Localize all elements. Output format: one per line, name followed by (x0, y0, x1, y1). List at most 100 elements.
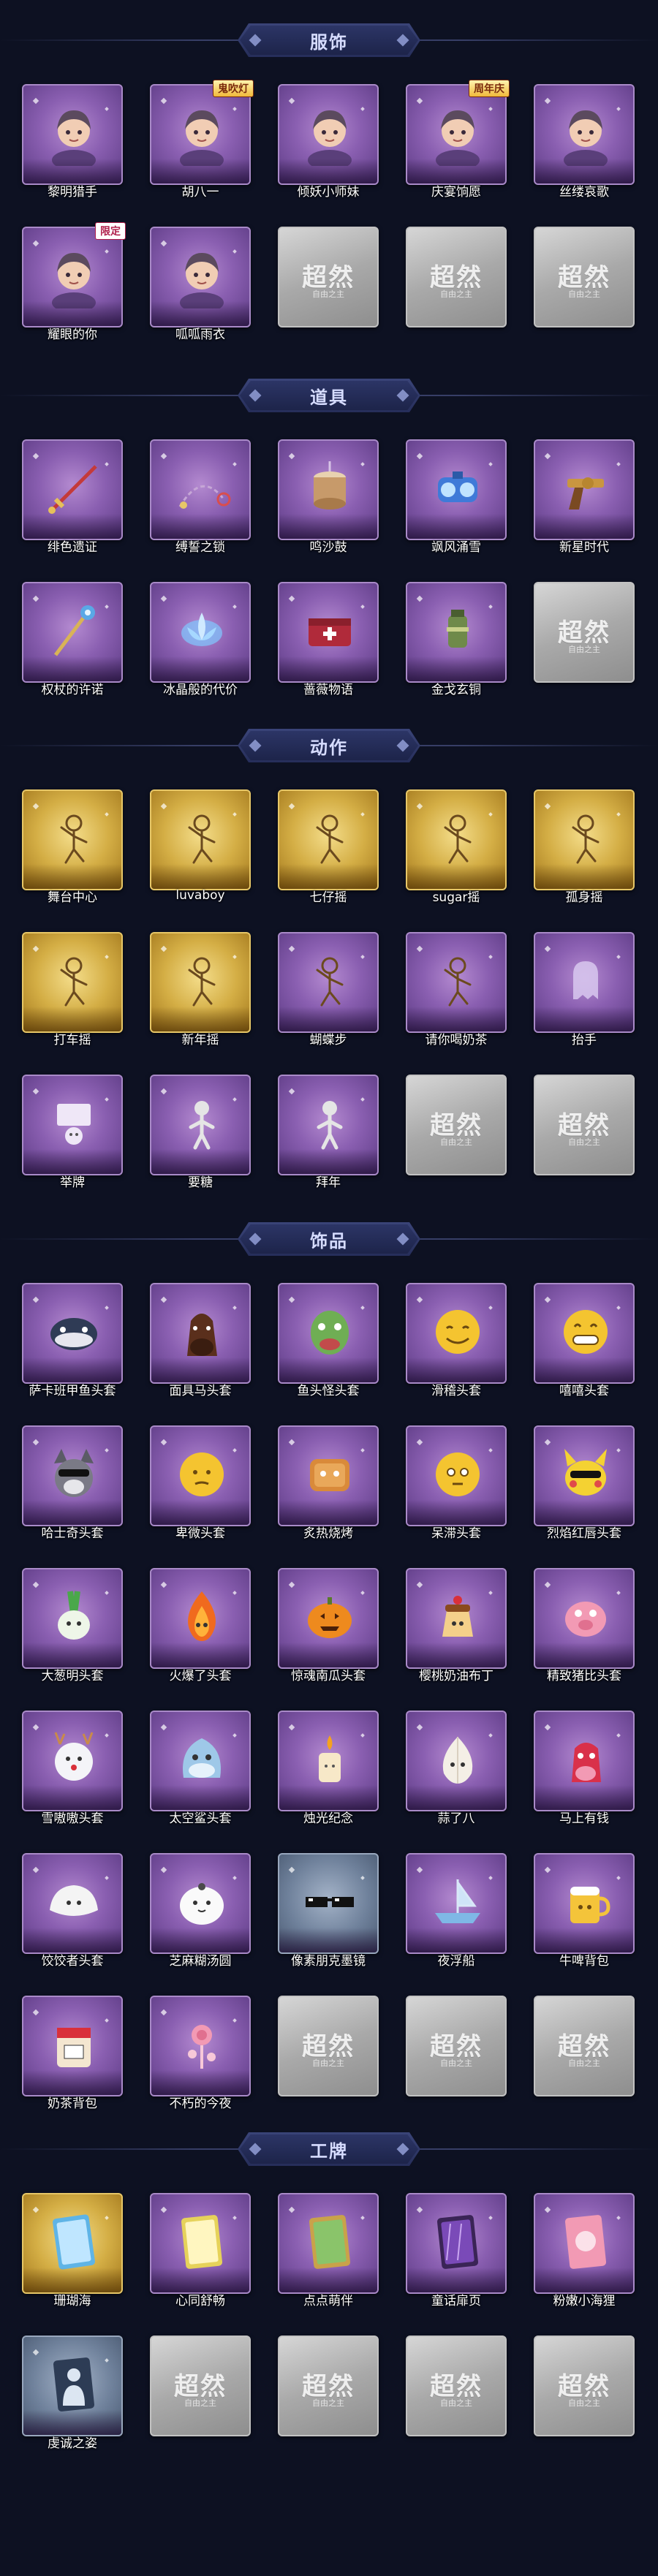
card-shade (535, 1500, 633, 1525)
item-card (150, 1075, 251, 1175)
portrait-maiden-icon (297, 100, 363, 166)
section-banner: 工牌 (238, 2132, 420, 2166)
inventory-item[interactable]: 蝴蝶步 (278, 932, 379, 1055)
inventory-item[interactable]: 呆滞头套 (406, 1425, 507, 1548)
inventory-showcase: 服饰 黎明猎手 胡八一 鬼吹灯 倾妖小师妹 庆宴饷愿 周年庆 丝缕哀歌 耀眼的你 限定 呱呱雨衣 超然… (0, 0, 658, 2576)
inventory-item[interactable]: 新年摇 (150, 932, 251, 1055)
inventory-item[interactable]: 烈焰红唇头套 (534, 1425, 635, 1548)
inventory-item[interactable]: 请你喝奶茶 (406, 932, 507, 1055)
inventory-item[interactable]: 抬手 (534, 932, 635, 1055)
inventory-item[interactable]: 新星时代 (534, 439, 635, 562)
item-label: 拜年 (316, 1175, 341, 1190)
empty-slot[interactable]: 超然 自由之主 (534, 227, 635, 349)
empty-slot[interactable]: 超然 自由之主 (534, 1996, 635, 2118)
empty-slot[interactable]: 超然 自由之主 (278, 2336, 379, 2458)
inventory-item[interactable]: sugar摇 (406, 789, 507, 912)
empty-slot[interactable]: 超然 自由之主 (406, 2336, 507, 2458)
portrait-cowgirl-icon (41, 243, 107, 308)
diamond-icon (249, 1232, 262, 1246)
inventory-item[interactable]: 胡八一 鬼吹灯 (150, 80, 254, 207)
inventory-item[interactable]: 面具马头套 (150, 1283, 251, 1406)
inventory-item[interactable]: 卑微头套 (150, 1425, 251, 1548)
inventory-item[interactable]: 滑稽头套 (406, 1283, 507, 1406)
inventory-item[interactable]: 权杖的许诺 (22, 582, 123, 705)
item-card (150, 932, 251, 1033)
inventory-item[interactable]: 童话扉页 (406, 2193, 507, 2316)
inventory-item[interactable]: 绯色遗证 (22, 439, 123, 562)
item-card (150, 439, 251, 540)
inventory-item[interactable]: 耀眼的你 限定 (22, 222, 126, 349)
card-shade (23, 301, 121, 326)
inventory-item[interactable]: 七仔摇 (278, 789, 379, 912)
watermark-subtitle: 自由之主 (568, 1137, 600, 1147)
inventory-item[interactable]: 黎明猎手 (22, 84, 123, 207)
inventory-item[interactable]: 点点萌伴 (278, 2193, 379, 2316)
inventory-item[interactable]: 粉嫩小海狸 (534, 2193, 635, 2316)
inventory-item[interactable]: 虔诚之姿 (22, 2336, 123, 2458)
watermark-subtitle: 自由之主 (440, 289, 472, 299)
card-shade (407, 1007, 505, 1031)
sparkle-icon (32, 1088, 39, 1095)
inventory-item[interactable]: 丝缕哀歌 (534, 84, 635, 207)
inventory-item[interactable]: 烛光纪念 (278, 1711, 379, 1833)
inventory-item[interactable]: 心同舒畅 (150, 2193, 251, 2316)
inventory-item[interactable]: 鸣沙鼓 (278, 439, 379, 562)
card-shade (279, 656, 377, 681)
empty-slot[interactable]: 超然 自由之主 (406, 1075, 507, 1197)
inventory-item[interactable]: luvaboy (150, 789, 251, 912)
inventory-item[interactable]: 牛啤背包 (534, 1853, 635, 1976)
empty-slot[interactable]: 超然 自由之主 (534, 2336, 635, 2458)
empty-slot[interactable]: 超然 自由之主 (150, 2336, 251, 2458)
inventory-item[interactable]: 要糖 (150, 1075, 251, 1197)
inventory-item[interactable]: 炙热烧烤 (278, 1425, 379, 1548)
inventory-item[interactable]: 举牌 (22, 1075, 123, 1197)
inventory-item[interactable]: 庆宴饷愿 周年庆 (406, 80, 510, 207)
inventory-item[interactable]: 珊瑚海 (22, 2193, 123, 2316)
inventory-item[interactable]: 嘻嘻头套 (534, 1283, 635, 1406)
inventory-item[interactable]: 马上有钱 (534, 1711, 635, 1833)
inventory-item[interactable]: 火爆了头套 (150, 1568, 251, 1691)
inventory-item[interactable]: 蒜了八 (406, 1711, 507, 1833)
inventory-item[interactable]: 夜浮船 (406, 1853, 507, 1976)
inventory-item[interactable]: 惊魂南瓜头套 (278, 1568, 379, 1691)
inventory-item[interactable]: 金戈玄铜 (406, 582, 507, 705)
inventory-item[interactable]: 孤身摇 (534, 789, 635, 912)
pixel-sunglasses-icon (297, 1869, 363, 1935)
inventory-item[interactable]: 太空鲨头套 (150, 1711, 251, 1833)
empty-slot[interactable]: 超然 自由之主 (278, 227, 379, 349)
empty-slot[interactable]: 超然 自由之主 (406, 1996, 507, 2118)
empty-slot[interactable]: 超然 自由之主 (534, 582, 635, 705)
inventory-item[interactable]: 饺饺者头套 (22, 1853, 123, 1976)
inventory-item[interactable]: 打车摇 (22, 932, 123, 1055)
inventory-item[interactable]: 鱼头怪头套 (278, 1283, 379, 1406)
portrait-frog-raincoat-icon (169, 243, 235, 308)
inventory-item[interactable]: 呱呱雨衣 (150, 227, 251, 349)
inventory-item[interactable]: 拜年 (278, 1075, 379, 1197)
inventory-item[interactable]: 像素朋克墨镜 (278, 1853, 379, 1976)
inventory-item[interactable]: 雪嗷嗷头套 (22, 1711, 123, 1833)
empty-slot[interactable]: 超然 自由之主 (406, 227, 507, 349)
inventory-item[interactable]: 冰晶般的代价 (150, 582, 251, 705)
section-header: 动作 (0, 720, 658, 771)
inventory-item[interactable]: 奶茶背包 (22, 1996, 123, 2118)
inventory-item[interactable]: 萨卡班甲鱼头套 (22, 1283, 123, 1406)
inventory-item[interactable]: 缚誓之锁 (150, 439, 251, 562)
milk-tea-backpack-icon (41, 2012, 107, 2077)
dance-pose-icon (297, 806, 363, 871)
inventory-item[interactable]: 芝麻糊汤圆 (150, 1853, 251, 1976)
watermark-subtitle: 自由之主 (440, 1137, 472, 1147)
empty-slot[interactable]: 超然 自由之主 (534, 1075, 635, 1197)
dance-pose-icon (169, 806, 235, 871)
inventory-item[interactable]: 蔷薇物语 (278, 582, 379, 705)
inventory-item[interactable]: 飒风涌雪 (406, 439, 507, 562)
inventory-item[interactable]: 哈士奇头套 (22, 1425, 123, 1548)
inventory-item[interactable]: 舞台中心 (22, 789, 123, 912)
watermark-subtitle: 自由之主 (568, 645, 600, 654)
inventory-item[interactable]: 大葱明头套 (22, 1568, 123, 1691)
inventory-item[interactable]: 精致猪比头套 (534, 1568, 635, 1691)
inventory-item[interactable]: 不朽的今夜 (150, 1996, 251, 2118)
empty-slot[interactable]: 超然 自由之主 (278, 1996, 379, 2118)
item-label: 耀眼的你 (48, 327, 97, 342)
inventory-item[interactable]: 樱桃奶油布丁 (406, 1568, 507, 1691)
inventory-item[interactable]: 倾妖小师妹 (278, 84, 379, 207)
